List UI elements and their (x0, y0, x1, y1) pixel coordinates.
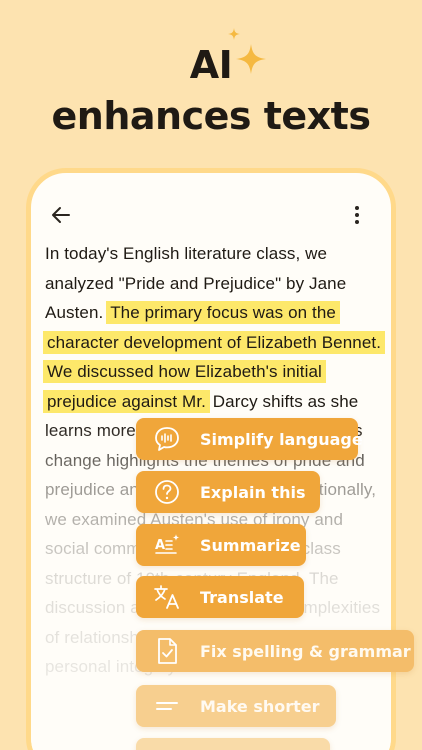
make-shorter-label: Make shorter (200, 696, 320, 716)
headline-line2: enhances texts (51, 94, 371, 138)
explain-this-button[interactable]: Explain this (136, 471, 320, 513)
vertical-dots-icon[interactable] (345, 203, 369, 227)
summarize-sparkle-icon: A (155, 534, 180, 554)
explain-this-label: Explain this (200, 482, 306, 502)
question-circle-icon (155, 480, 179, 504)
make-shorter-button[interactable]: Make shorter (136, 685, 336, 727)
more-actions-chip[interactable] (136, 738, 330, 750)
document-check-icon (158, 638, 177, 664)
translate-button[interactable]: Translate (136, 576, 304, 618)
sparkle-icon (227, 28, 240, 40)
arrow-left-icon[interactable] (49, 203, 73, 227)
fix-spelling-grammar-button[interactable]: Fix spelling & grammar (136, 630, 414, 672)
speech-bubble-icon (155, 427, 179, 451)
translate-icon (154, 585, 179, 609)
simplify-language-button[interactable]: Simplify language (136, 418, 363, 460)
sparkle-icon (235, 44, 266, 74)
svg-text:A: A (155, 538, 165, 553)
translate-label: Translate (200, 587, 284, 607)
summarize-label: Summarize (200, 535, 301, 555)
summarize-button[interactable]: A Summarize (136, 524, 306, 566)
headline: AI enhances texts (0, 28, 422, 142)
shorten-lines-icon (156, 702, 178, 710)
headline-line1: AI (190, 28, 266, 90)
fix-spelling-grammar-label: Fix spelling & grammar (200, 641, 411, 661)
top-bar (31, 199, 391, 229)
simplify-language-label: Simplify language (200, 429, 363, 449)
